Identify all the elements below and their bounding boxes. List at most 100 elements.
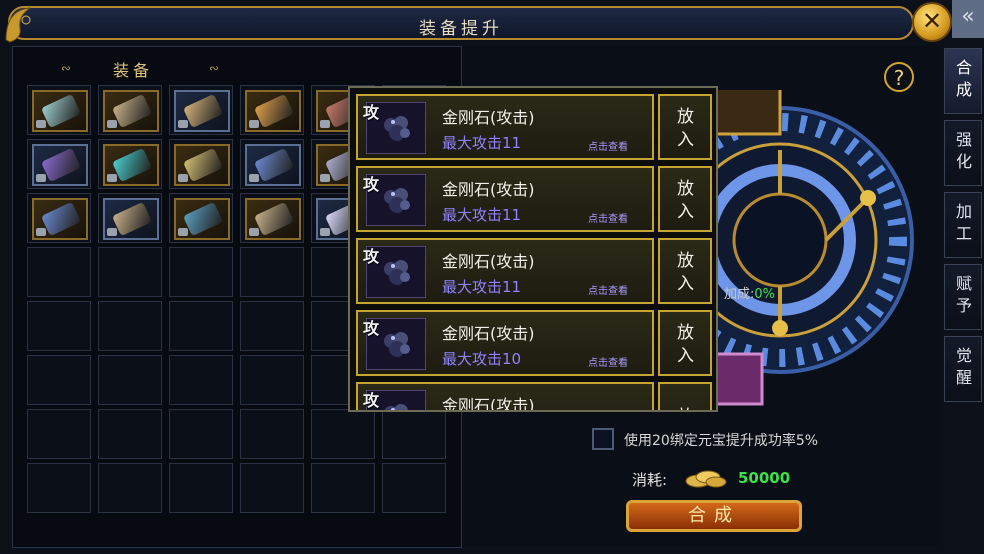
gem-entry-body[interactable]: 攻 金刚石(攻击): [356, 382, 654, 410]
inventory-slot[interactable]: [98, 355, 162, 405]
equipment-upgrade-window: 装备提升 ✕ « ∾ 装备 ∾ ? 加成:0% 使用20绑定元宝提升成功率5% …: [0, 0, 984, 554]
view-details-link[interactable]: 点击查看: [588, 282, 628, 297]
bound-lock-icon: [249, 174, 259, 182]
inventory-slot[interactable]: [240, 85, 304, 135]
put-in-button[interactable]: 放入: [658, 310, 712, 376]
help-button[interactable]: ?: [884, 62, 914, 92]
gem-entry-body[interactable]: 攻 金刚石(攻击) 最大攻击11 点击查看: [356, 166, 654, 232]
ornament-right-icon: ∾: [209, 61, 220, 75]
equipment-item-icon[interactable]: [103, 198, 159, 240]
equipment-item-icon[interactable]: [174, 198, 230, 240]
synthesize-button[interactable]: 合成: [626, 500, 802, 532]
equipment-item-icon[interactable]: [32, 90, 88, 132]
inventory-slot[interactable]: [240, 355, 304, 405]
equipment-item-icon[interactable]: [174, 90, 230, 132]
gem-slot: 攻: [363, 246, 426, 298]
side-tab-4[interactable]: 赋予: [944, 264, 982, 330]
inventory-slot[interactable]: [169, 85, 233, 135]
corner-ornament-icon: [5, 7, 31, 43]
inventory-slot[interactable]: [27, 247, 91, 297]
inventory-slot[interactable]: [27, 301, 91, 351]
bonus-value: 0%: [754, 287, 776, 302]
inventory-slot[interactable]: [240, 301, 304, 351]
side-tab-1[interactable]: 合成: [944, 48, 982, 114]
equipment-item-icon[interactable]: [103, 90, 159, 132]
item-art: [182, 201, 224, 237]
inventory-slot[interactable]: [169, 193, 233, 243]
view-details-link[interactable]: 点击查看: [588, 210, 628, 225]
bound-lock-icon: [107, 120, 117, 128]
inventory-slot[interactable]: [98, 193, 162, 243]
put-in-button[interactable]: 放入: [658, 94, 712, 160]
inventory-slot[interactable]: [98, 301, 162, 351]
gem-entry-body[interactable]: 攻 金刚石(攻击) 最大攻击11 点击查看: [356, 238, 654, 304]
inventory-slot[interactable]: [27, 355, 91, 405]
gem-name: 金刚石(攻击): [442, 252, 535, 271]
view-details-link[interactable]: 点击查看: [588, 354, 628, 369]
inventory-slot[interactable]: [240, 193, 304, 243]
equipment-item-icon[interactable]: [32, 144, 88, 186]
gold-coins-icon: [685, 470, 727, 488]
put-in-button[interactable]: 放: [658, 382, 712, 410]
inventory-slot[interactable]: [169, 247, 233, 297]
equipment-tab-label[interactable]: 装备: [113, 57, 153, 81]
item-art: [40, 201, 82, 237]
view-details-link[interactable]: 点击查看: [588, 138, 628, 153]
inventory-slot[interactable]: [98, 85, 162, 135]
bound-lock-icon: [178, 120, 188, 128]
inventory-slot[interactable]: [169, 139, 233, 189]
inventory-slot[interactable]: [98, 247, 162, 297]
use-yuanbao-checkbox[interactable]: [592, 428, 614, 450]
inventory-slot[interactable]: [240, 247, 304, 297]
window-title: 装备提升: [419, 19, 503, 39]
inventory-slot[interactable]: [27, 139, 91, 189]
inventory-slot[interactable]: [169, 301, 233, 351]
gem-entry-body[interactable]: 攻 金刚石(攻击) 最大攻击10 点击查看: [356, 310, 654, 376]
gem-entry-body[interactable]: 攻 金刚石(攻击) 最大攻击11 点击查看: [356, 94, 654, 160]
gem-name: 金刚石(攻击): [442, 324, 535, 343]
bound-lock-icon: [178, 228, 188, 236]
bound-lock-icon: [36, 120, 46, 128]
equipment-panel-header: ∾ 装备 ∾: [33, 53, 219, 81]
diamond-gem-icon: [384, 116, 410, 141]
collapse-button[interactable]: «: [952, 0, 984, 38]
inventory-slot[interactable]: [27, 463, 91, 513]
inventory-slot[interactable]: [98, 139, 162, 189]
put-in-button[interactable]: 放入: [658, 166, 712, 232]
inventory-slot[interactable]: [27, 409, 91, 459]
close-button[interactable]: ✕: [912, 2, 952, 42]
item-art: [111, 147, 153, 183]
gem-selection-popup: 攻金刚石(攻击) 最大攻击11 点击查看 放入攻金刚石(攻击) 最大攻击11 点击查看 放入…: [348, 86, 718, 412]
inventory-slot[interactable]: [27, 85, 91, 135]
inventory-slot[interactable]: [169, 355, 233, 405]
equipment-item-icon[interactable]: [103, 144, 159, 186]
gem-slot: 攻: [363, 102, 426, 154]
inventory-slot[interactable]: [98, 409, 162, 459]
inventory-slot[interactable]: [169, 409, 233, 459]
side-tab-3[interactable]: 加工: [944, 192, 982, 258]
inventory-slot[interactable]: [311, 409, 375, 459]
side-tab-5[interactable]: 觉醒: [944, 336, 982, 402]
gem-slot: 攻: [363, 174, 426, 226]
inventory-slot[interactable]: [311, 463, 375, 513]
inventory-slot[interactable]: [240, 463, 304, 513]
inventory-slot[interactable]: [27, 193, 91, 243]
item-art: [111, 93, 153, 129]
equipment-item-icon[interactable]: [245, 90, 301, 132]
equipment-item-icon[interactable]: [245, 144, 301, 186]
equipment-item-icon[interactable]: [32, 198, 88, 240]
equipment-item-icon[interactable]: [245, 198, 301, 240]
inventory-slot[interactable]: [382, 463, 446, 513]
equipment-item-icon[interactable]: [174, 144, 230, 186]
inventory-slot[interactable]: [169, 463, 233, 513]
item-art: [253, 93, 295, 129]
inventory-slot[interactable]: [240, 139, 304, 189]
gem-stat: 最大攻击11: [442, 134, 522, 152]
gem-stat: 最大攻击11: [442, 206, 522, 224]
inventory-slot[interactable]: [240, 409, 304, 459]
put-in-button[interactable]: 放入: [658, 238, 712, 304]
inventory-slot[interactable]: [98, 463, 162, 513]
diamond-gem-icon: [384, 188, 410, 213]
inventory-slot[interactable]: [382, 409, 446, 459]
side-tab-2[interactable]: 强化: [944, 120, 982, 186]
